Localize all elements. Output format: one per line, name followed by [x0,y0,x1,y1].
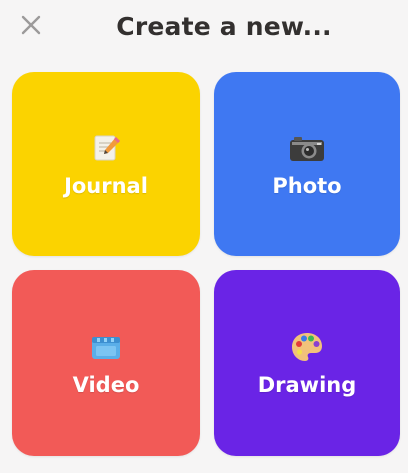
palette-icon [287,329,327,365]
create-new-dialog: Create a new... Journal Photo Video Draw… [0,0,408,473]
photo-tile[interactable]: Photo [214,72,400,256]
camera-icon [287,130,327,166]
video-icon [86,329,126,365]
notepad-pencil-icon [86,130,126,166]
drawing-label: Drawing [257,373,357,397]
drawing-tile[interactable]: Drawing [214,270,400,456]
journal-tile[interactable]: Journal [12,72,200,256]
photo-label: Photo [272,174,342,198]
video-label: Video [72,373,140,397]
video-tile[interactable]: Video [12,270,200,456]
journal-label: Journal [64,174,148,198]
dialog-title: Create a new... [116,12,332,41]
